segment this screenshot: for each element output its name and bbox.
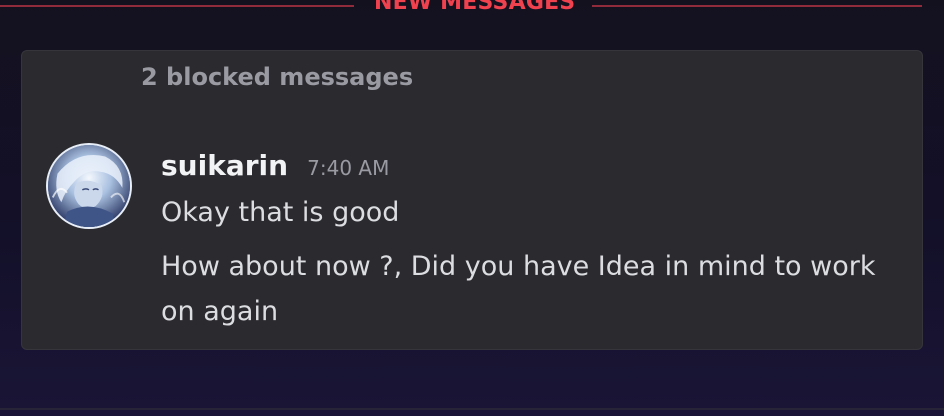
username[interactable]: suikarin bbox=[161, 149, 288, 182]
message-text-line-1: Okay that is good bbox=[161, 197, 400, 228]
new-messages-divider: NEW MESSAGES bbox=[0, 0, 944, 16]
new-messages-label: NEW MESSAGES bbox=[374, 0, 576, 15]
avatar-artwork bbox=[48, 145, 130, 227]
bottom-divider bbox=[0, 408, 944, 410]
message-text-line-3: on again bbox=[161, 296, 279, 327]
divider-line-right bbox=[592, 5, 922, 7]
message-text-line-2: How about now ?, Did you have Idea in mi… bbox=[161, 251, 876, 282]
divider-line-left bbox=[0, 5, 354, 7]
message-timestamp: 7:40 AM bbox=[307, 156, 390, 180]
message-card: 2 blocked messages suikarin 7:40 AM Okay… bbox=[21, 50, 923, 350]
blocked-messages-link[interactable]: 2 blocked messages bbox=[141, 63, 413, 91]
user-avatar-icon[interactable] bbox=[46, 143, 132, 229]
message-header: suikarin 7:40 AM bbox=[161, 149, 389, 182]
